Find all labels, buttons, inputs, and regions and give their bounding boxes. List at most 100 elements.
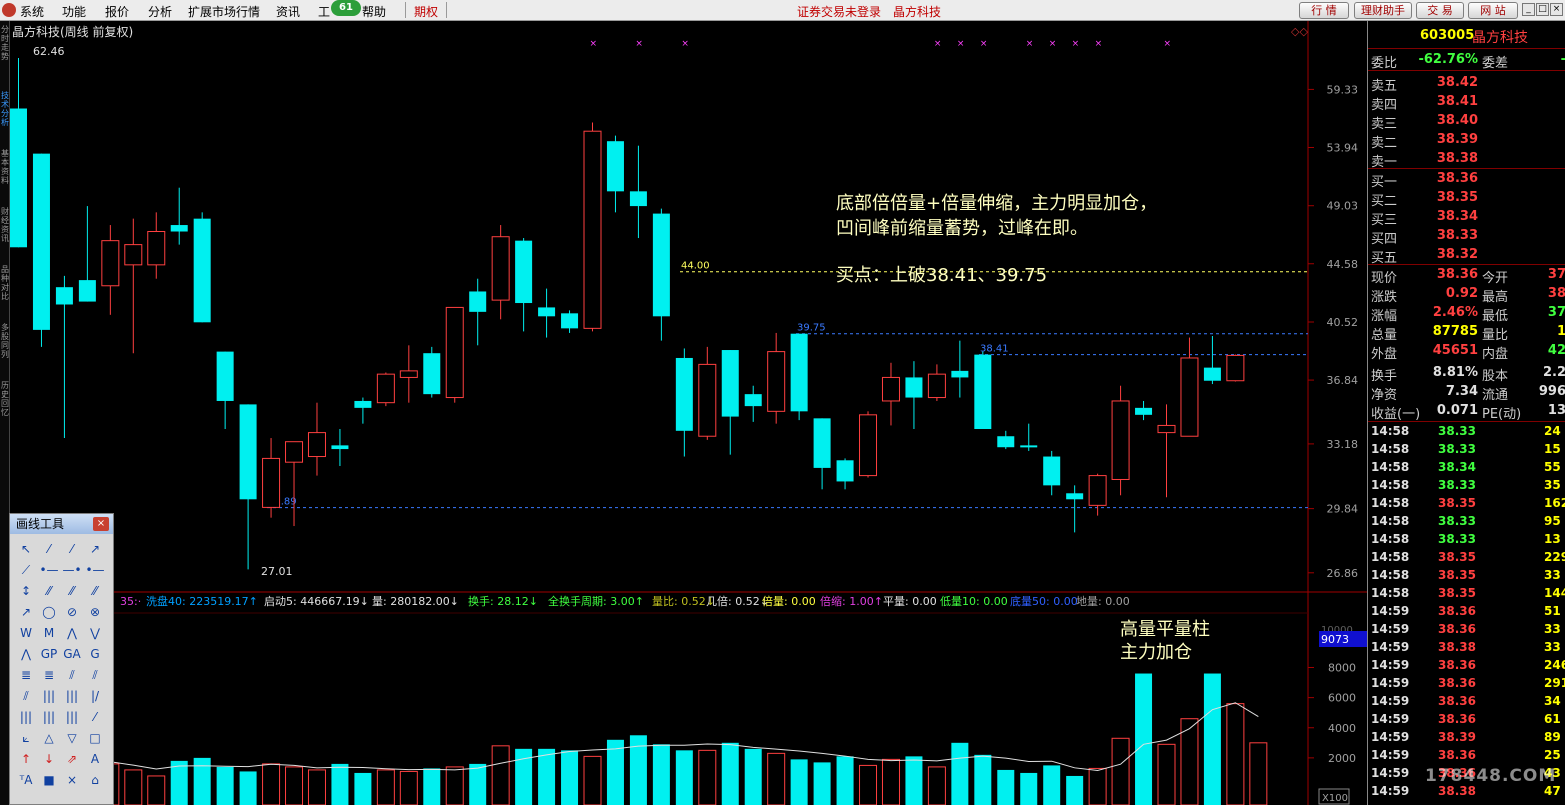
drawing-tool-icon[interactable]: ⁄⁄	[38, 581, 60, 601]
candlestick	[606, 135, 624, 213]
drawing-tool-icon[interactable]: —•	[61, 560, 83, 580]
finance-assistant-button[interactable]: 理财助手	[1354, 2, 1412, 19]
drawing-tool-icon[interactable]: |||	[15, 707, 37, 727]
chart-mode-icon[interactable]: ◇◇	[1291, 25, 1308, 38]
tab-history[interactable]: 历史回忆	[1, 381, 9, 417]
drawing-tool-icon[interactable]: ⋁	[84, 623, 106, 643]
menu-analysis[interactable]: 分析	[148, 3, 172, 20]
toolbox-close-button[interactable]: ×	[93, 517, 109, 531]
drawing-tool-icon[interactable]: ⇗	[61, 749, 83, 769]
menu-options[interactable]: 期权	[414, 3, 438, 20]
drawing-tool-icon[interactable]: ⋀	[15, 644, 37, 664]
drawing-tool-icon[interactable]: ⊗	[84, 602, 106, 622]
drawing-tool-icon[interactable]: ■	[38, 770, 60, 790]
drawing-tool-icon[interactable]: GP	[38, 644, 60, 664]
maximize-button[interactable]: □	[1536, 3, 1549, 16]
drawing-tool-icon[interactable]: ↗	[84, 539, 106, 559]
drawing-tool-icon[interactable]: ↖	[15, 539, 37, 559]
drawing-tool-icon[interactable]: ↗	[15, 602, 37, 622]
drawing-tool-icon[interactable]: ⁄	[84, 707, 106, 727]
menu-system[interactable]: 系统	[20, 3, 44, 20]
drawing-tool-icon[interactable]: ↑	[15, 749, 37, 769]
drawing-tool-icon[interactable]: ⟀	[15, 728, 37, 748]
drawing-tool-icon[interactable]: A	[84, 749, 106, 769]
notification-badge[interactable]: 61	[331, 0, 361, 16]
drawing-tool-icon[interactable]: ⁄	[38, 539, 60, 559]
tick-time: 14:59	[1371, 622, 1410, 636]
tab-multi-stock[interactable]: 多股同列	[1, 323, 9, 359]
ask-row[interactable]: 卖五 38.42	[1368, 73, 1565, 94]
bid-row[interactable]: 买一 38.36	[1368, 169, 1565, 190]
indicator-value: 倍量: 0.00	[762, 594, 816, 608]
website-button[interactable]: 网 站	[1468, 2, 1518, 19]
drawing-tool-icon[interactable]: ◯	[38, 602, 60, 622]
bid-row[interactable]: 买二 38.35	[1368, 188, 1565, 209]
close-button[interactable]: ×	[1550, 3, 1563, 16]
drawing-tool-icon[interactable]: ⫽	[61, 665, 83, 685]
drawing-tool-icon[interactable]: ⫽	[84, 665, 106, 685]
drawing-toolbox[interactable]: 画线工具 × ↖ ⁄ ⁄ ↗ ⟋ •— —• •— ↕ ⁄⁄ ⁄⁄ ⁄⁄ ↗ ◯ ⊘ ⊗ W M ⋀ ⋁ ⋀ GP GA G ≣…	[9, 513, 114, 805]
bid-row[interactable]: 买五 38.32	[1368, 245, 1565, 266]
drawing-tool-icon[interactable]: |/	[84, 686, 106, 706]
menu-help[interactable]: 帮助	[362, 3, 386, 20]
drawing-tool-icon[interactable]: GA	[61, 644, 83, 664]
market-button[interactable]: 行 情	[1299, 2, 1349, 19]
app-logo-icon	[2, 3, 16, 17]
tab-finance-news[interactable]: 财经资讯	[1, 207, 9, 243]
menu-extended-market[interactable]: 扩展市场行情	[188, 3, 260, 20]
drawing-tool-icon[interactable]: |||	[38, 707, 60, 727]
tick-price: 38.33	[1438, 442, 1476, 456]
drawing-tool-icon[interactable]: G	[84, 644, 106, 664]
bid-row[interactable]: 买三 38.34	[1368, 207, 1565, 228]
tab-technical-analysis[interactable]: 技术分析	[1, 91, 9, 127]
drawing-tool-icon[interactable]: ⁄⁄	[84, 581, 106, 601]
tick-row: 14:59 38.36 51	[1368, 602, 1565, 620]
drawing-tool-icon[interactable]: ×	[61, 770, 83, 790]
drawing-tool-icon[interactable]: |||	[61, 686, 83, 706]
drawing-tool-icon[interactable]: ⊘	[61, 602, 83, 622]
tab-intraday[interactable]: 分时走势	[1, 25, 9, 61]
drawing-tool-icon[interactable]: •—	[84, 560, 106, 580]
drawing-tool-icon[interactable]: ≣	[38, 665, 60, 685]
drawing-tool-icon[interactable]: |||	[61, 707, 83, 727]
menu-quote[interactable]: 报价	[105, 3, 129, 20]
drawing-tool-icon[interactable]: W	[15, 623, 37, 643]
drawing-tool-icon[interactable]: ↕	[15, 581, 37, 601]
trading-app-window: 系统 功能 报价 分析 扩展市场行情 资讯 工 61 帮助 期权 证券交易未登录…	[0, 0, 1565, 805]
menu-function[interactable]: 功能	[62, 3, 86, 20]
drawing-tool-icon[interactable]: ⁄⁄	[61, 581, 83, 601]
toolbox-title-bar[interactable]: 画线工具 ×	[10, 514, 113, 534]
volume-annotation-line-1: 高量平量柱	[1120, 619, 1210, 640]
drawing-tool-icon[interactable]: □	[84, 728, 106, 748]
stat-value: 2.46%	[1432, 305, 1478, 320]
tab-compare[interactable]: 品种对比	[1, 265, 9, 301]
ask-row[interactable]: 卖一 38.38	[1368, 149, 1565, 170]
kline-chart[interactable]: 44.0039.7538.4129.89 59.3353.9449.0344.5…	[10, 21, 1367, 805]
tick-row: 14:58 38.33 35	[1368, 476, 1565, 494]
tick-volume: 24	[1544, 424, 1561, 438]
drawing-tool-icon[interactable]: •—	[38, 560, 60, 580]
drawing-tool-icon[interactable]: ⟋	[15, 560, 37, 580]
quote-header: 603005 晶方科技	[1368, 26, 1565, 46]
drawing-tool-icon[interactable]: ↓	[38, 749, 60, 769]
drawing-tool-icon[interactable]: ⌂	[84, 770, 106, 790]
ask-row[interactable]: 卖二 38.39	[1368, 130, 1565, 151]
tab-fundamentals[interactable]: 基本资料	[1, 149, 9, 185]
drawing-tool-icon[interactable]: |||	[38, 686, 60, 706]
tick-price: 38.36	[1438, 694, 1476, 708]
drawing-tool-icon[interactable]: ⁄	[61, 539, 83, 559]
drawing-tool-icon[interactable]: ⋀	[61, 623, 83, 643]
trade-button[interactable]: 交 易	[1416, 2, 1464, 19]
drawing-tool-icon[interactable]: ≣	[15, 665, 37, 685]
menu-news[interactable]: 资讯	[276, 3, 300, 20]
ask-row[interactable]: 卖四 38.41	[1368, 92, 1565, 113]
minimize-button[interactable]: _	[1522, 3, 1535, 16]
bid-row[interactable]: 买四 38.33	[1368, 226, 1565, 247]
ask-row[interactable]: 卖三 38.40	[1368, 111, 1565, 132]
menu-tools[interactable]: 工	[318, 3, 330, 20]
drawing-tool-icon[interactable]: ᵀA	[15, 770, 37, 790]
drawing-tool-icon[interactable]: M	[38, 623, 60, 643]
drawing-tool-icon[interactable]: ▽	[61, 728, 83, 748]
drawing-tool-icon[interactable]: ⫽	[15, 686, 37, 706]
drawing-tool-icon[interactable]: △	[38, 728, 60, 748]
